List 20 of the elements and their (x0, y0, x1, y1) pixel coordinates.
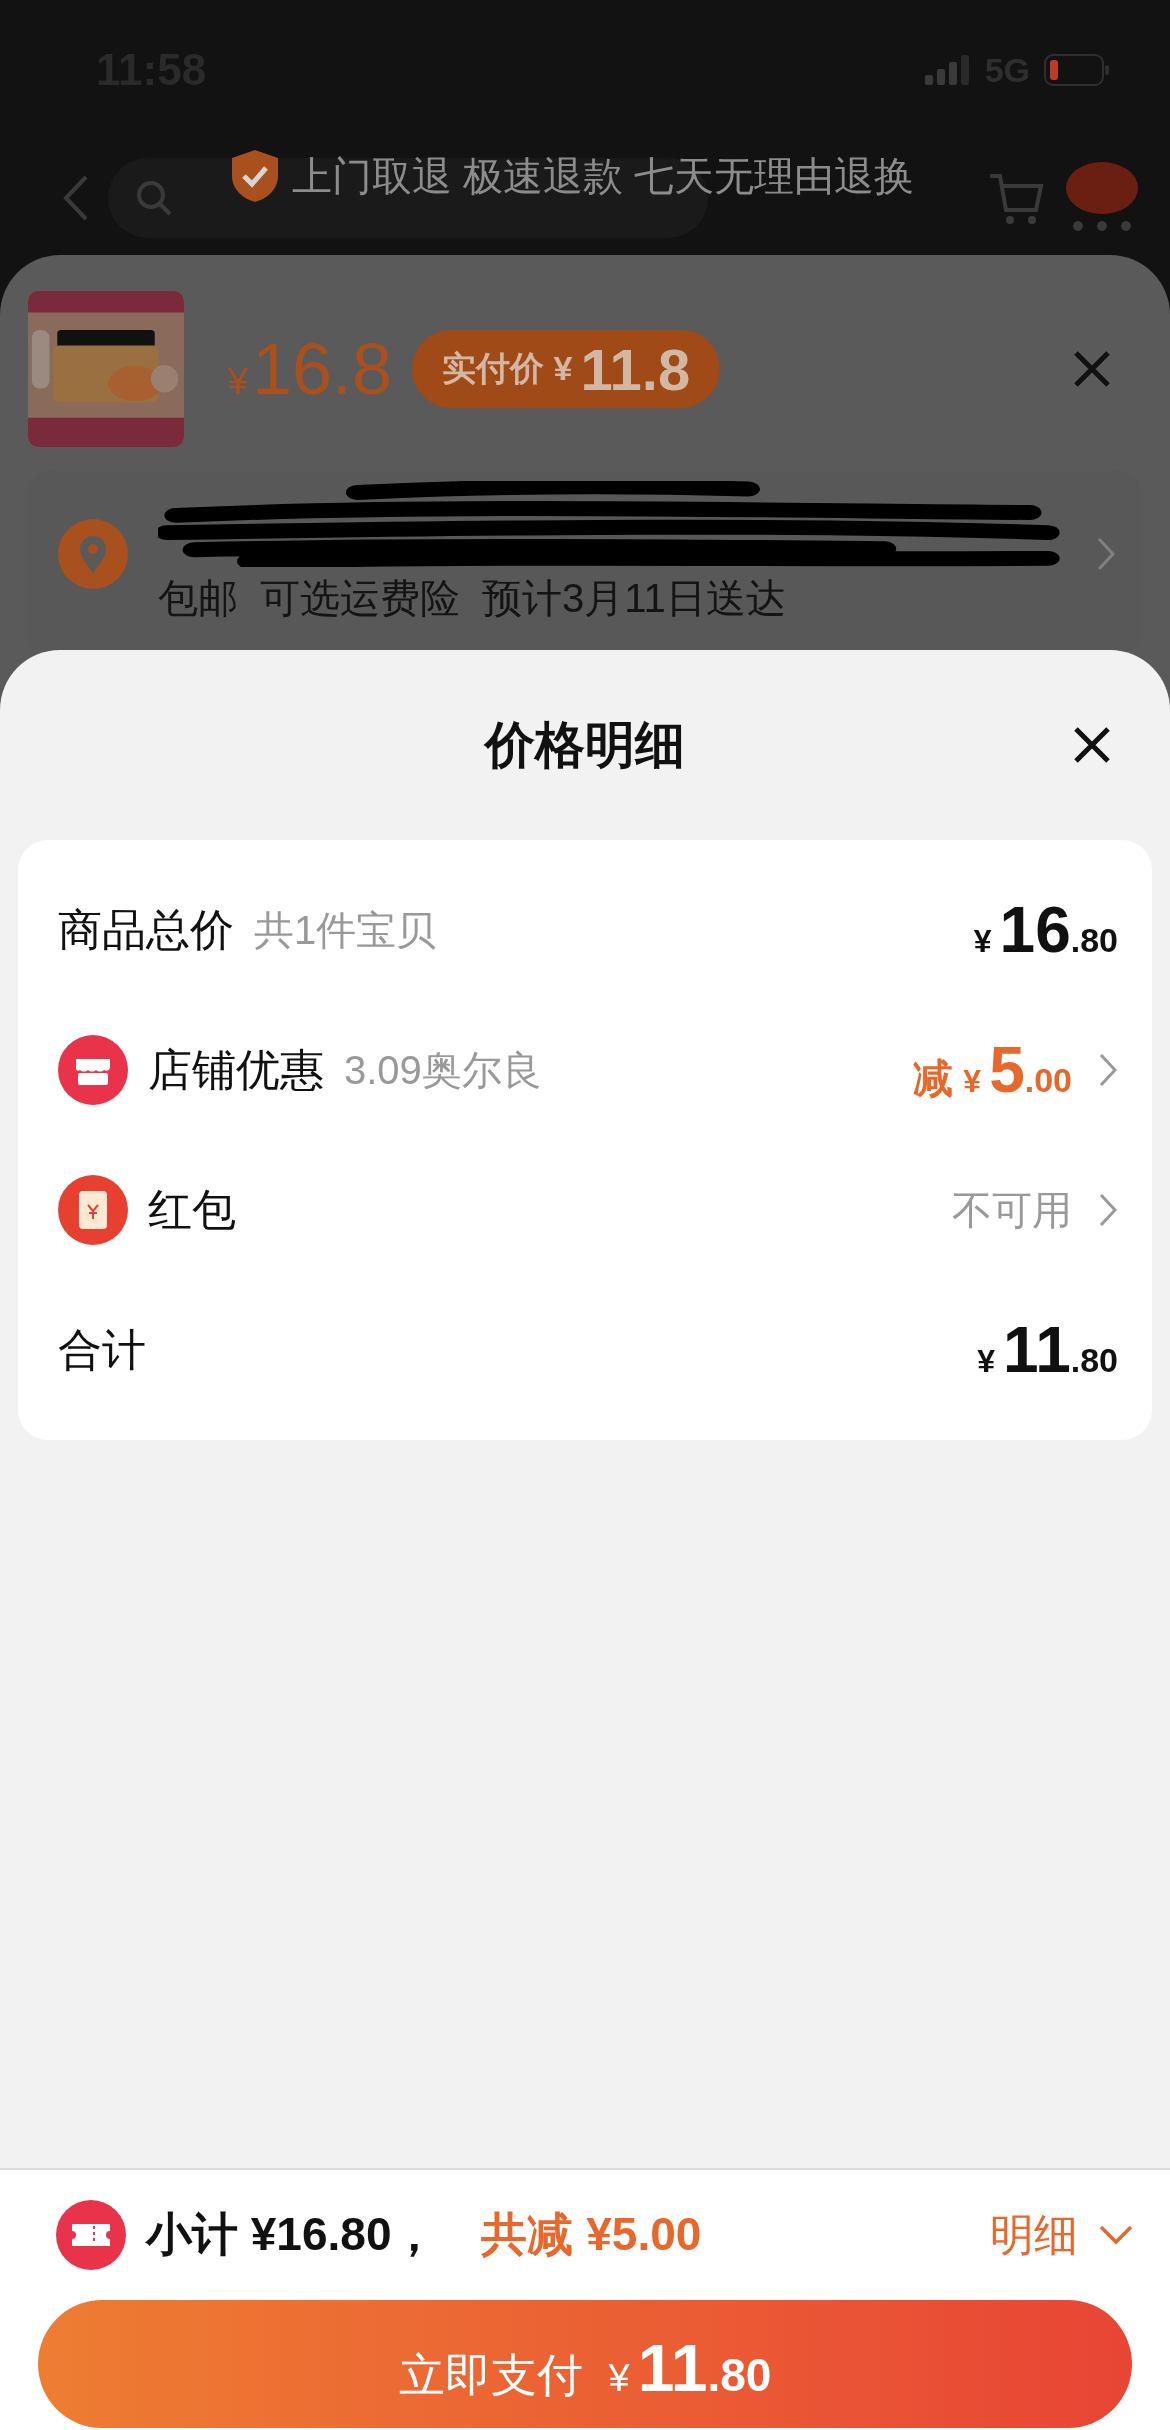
pay-button[interactable]: 立即支付 ¥11.80 (38, 2300, 1132, 2428)
discount-total: 共减 ¥5.00 (481, 2207, 702, 2262)
row-label: 合计 (58, 1323, 146, 1376)
row-amount: 减 ¥5.00 (913, 1033, 1072, 1107)
row-label: 红包 (148, 1183, 236, 1236)
subtotal-text: 小计 ¥16.80， (146, 2207, 438, 2262)
row-amount: ¥11.80 (977, 1313, 1118, 1387)
delivery-info: 可选运费险 (260, 575, 460, 622)
row-label: 店铺优惠 (148, 1043, 324, 1096)
delivery-info: 预计3月11日送达 (482, 575, 786, 622)
row-label: 商品总价 (58, 903, 234, 956)
row-status: 不可用 (952, 1186, 1072, 1234)
delivery-info: 包邮 (158, 575, 238, 622)
row-note: 共1件宝贝 (254, 906, 437, 954)
row-note: 3.09奥尔良 (344, 1046, 542, 1094)
details-link[interactable]: 明细 (990, 2205, 1078, 2265)
service-promise-text: 上门取退 极速退款 七天无理由退换 (292, 152, 915, 200)
sheet-title: 价格明细 (485, 715, 685, 775)
product-price: ¥16.8 (228, 328, 393, 410)
row-amount: ¥16.80 (973, 893, 1118, 967)
